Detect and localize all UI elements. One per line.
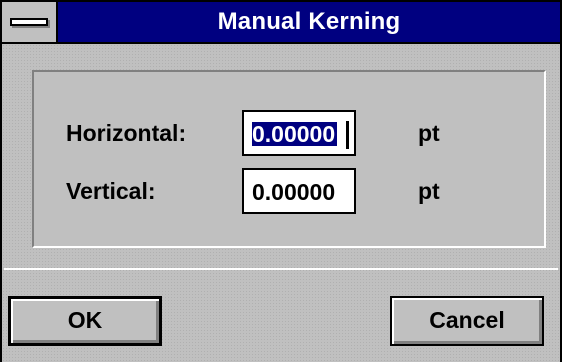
manual-kerning-dialog: Manual Kerning Horizontal: 0.00000 pt Ve… [0, 0, 562, 362]
vertical-input[interactable]: 0.00000 [242, 168, 356, 214]
ok-button[interactable]: OK [8, 296, 162, 346]
button-divider [4, 268, 558, 270]
system-menu-button[interactable] [2, 2, 58, 42]
dialog-title: Manual Kerning [217, 8, 401, 35]
vertical-value: 0.00000 [252, 179, 336, 205]
vertical-unit: pt [418, 178, 440, 204]
text-caret [346, 121, 349, 149]
vertical-label: Vertical: [66, 178, 156, 204]
cancel-button[interactable]: Cancel [390, 296, 544, 346]
system-menu-icon [10, 18, 48, 26]
dialog-body: Horizontal: 0.00000 pt Vertical: 0.00000… [2, 44, 560, 362]
horizontal-unit: pt [418, 120, 440, 146]
title-bar[interactable]: Manual Kerning [2, 2, 560, 44]
horizontal-label: Horizontal: [66, 120, 187, 146]
kerning-groupbox [32, 70, 546, 248]
horizontal-input[interactable]: 0.00000 [242, 110, 356, 156]
horizontal-value: 0.00000 [252, 121, 338, 147]
